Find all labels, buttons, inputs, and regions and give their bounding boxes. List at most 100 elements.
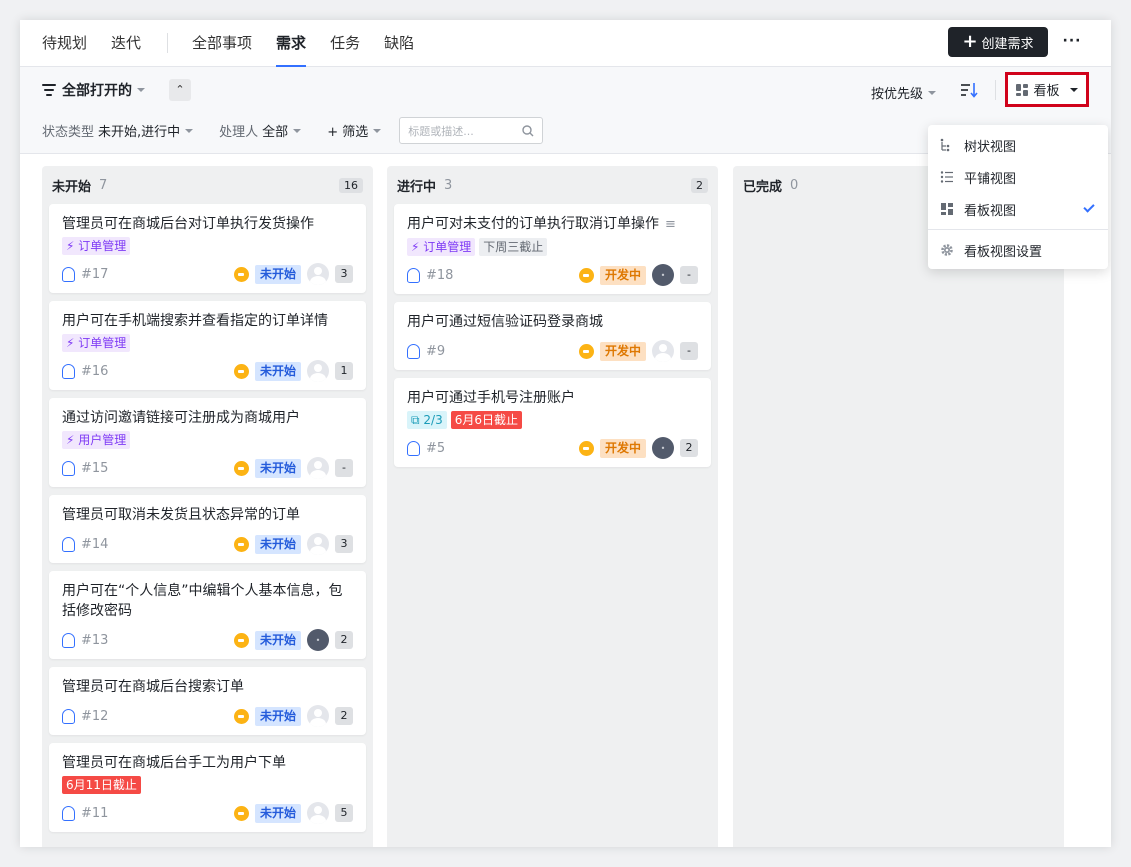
- priority-icon[interactable]: [233, 632, 249, 648]
- requirement-card[interactable]: 用户可通过短信验证码登录商城 #9 开发中 -: [394, 302, 711, 370]
- requirement-card[interactable]: 管理员可在商城后台搜索订单 #12 未开始 2: [49, 667, 366, 735]
- requirement-icon: [62, 708, 75, 724]
- priority-icon[interactable]: [233, 460, 249, 476]
- view-selector[interactable]: 全部打开的 ⌃: [42, 79, 191, 101]
- priority-icon[interactable]: [578, 267, 594, 283]
- card-number: #12: [81, 708, 109, 724]
- status-badge[interactable]: 未开始: [254, 630, 301, 650]
- card-title: 管理员可取消未发货且状态异常的订单: [62, 507, 300, 523]
- card-tag[interactable]: 6月11日截止: [62, 776, 141, 794]
- create-requirement-button[interactable]: + 创建需求: [948, 27, 1048, 57]
- status-badge[interactable]: 未开始: [254, 706, 301, 726]
- column-count: 0: [790, 177, 799, 193]
- requirement-card[interactable]: 管理员可取消未发货且状态异常的订单 #14 未开始 3: [49, 495, 366, 563]
- avatar[interactable]: [307, 263, 329, 285]
- list-icon: [940, 171, 953, 183]
- view-mode-button[interactable]: 看板: [1005, 72, 1089, 107]
- card-title: 管理员可在商城后台搜索订单: [62, 679, 244, 695]
- tab-bugs[interactable]: 缺陷: [384, 20, 414, 67]
- assignee-filter[interactable]: 处理人 全部: [219, 121, 302, 140]
- priority-icon[interactable]: [233, 363, 249, 379]
- avatar[interactable]: •: [652, 264, 674, 286]
- priority-icon[interactable]: [233, 266, 249, 282]
- card-tag[interactable]: 6月6日截止: [450, 411, 522, 429]
- avatar[interactable]: •: [307, 629, 329, 651]
- sort-selector[interactable]: 按优先级: [871, 83, 937, 102]
- menu-item-board-settings[interactable]: 看板视图设置: [928, 234, 1108, 266]
- subtask-count: 1: [335, 362, 353, 380]
- chevron-down-icon: [185, 128, 194, 133]
- priority-icon[interactable]: [233, 536, 249, 552]
- status-badge[interactable]: 未开始: [254, 264, 301, 284]
- card-number: #17: [81, 266, 109, 282]
- requirement-card[interactable]: 用户可对未支付的订单执行取消订单操作 ≡ ⚡︎ 订单管理 下周三截止 #18 开发中 • -: [394, 204, 711, 294]
- requirement-card[interactable]: 管理员可在商城后台对订单执行发货操作 ⚡︎ 订单管理 #17 未开始 3: [49, 204, 366, 293]
- sort-order-icon[interactable]: [960, 81, 978, 99]
- status-type-filter[interactable]: 状态类型 未开始,进行中: [42, 121, 194, 140]
- status-badge[interactable]: 开发中: [599, 438, 646, 458]
- avatar[interactable]: [307, 533, 329, 555]
- status-badge[interactable]: 未开始: [254, 534, 301, 554]
- filter-row: 状态类型 未开始,进行中 处理人 全部 + 筛选 标题或描述...: [42, 117, 544, 144]
- card-tag[interactable]: ⚡︎ 订单管理: [62, 334, 131, 352]
- requirement-card[interactable]: 用户可在手机端搜索并查看指定的订单详情 ⚡︎ 订单管理 #16 未开始 1: [49, 301, 366, 390]
- avatar[interactable]: [652, 340, 674, 362]
- priority-icon[interactable]: [578, 440, 594, 456]
- app-frame: 待规划 迭代 全部事项 需求 任务 缺陷 + 创建需求 ··· 全部打开的 ⌃ …: [20, 20, 1111, 847]
- menu-item-list-view[interactable]: 平铺视图: [928, 161, 1108, 193]
- priority-icon[interactable]: [233, 805, 249, 821]
- requirement-icon: [407, 343, 420, 359]
- tab-iteration[interactable]: 迭代: [111, 20, 141, 67]
- avatar[interactable]: [307, 802, 329, 824]
- card-tag[interactable]: 下周三截止: [479, 238, 548, 256]
- card-tag-label: 6月6日截止: [454, 413, 518, 427]
- card-number: #5: [426, 440, 446, 456]
- column-badge: 2: [691, 177, 708, 193]
- avatar[interactable]: [307, 457, 329, 479]
- status-type-label: 状态类型: [42, 125, 95, 140]
- requirement-card[interactable]: 用户可在“个人信息”中编辑个人基本信息，包括修改密码 #13 未开始 • 2: [49, 571, 366, 659]
- view-mode-menu: 树状视图 平铺视图 看板视图 看板视图设置: [928, 125, 1108, 269]
- column-badge: 16: [339, 177, 363, 193]
- card-title: 管理员可在商城后台对订单执行发货操作: [62, 216, 314, 232]
- collapse-filter-button[interactable]: ⌃: [169, 79, 191, 101]
- status-badge[interactable]: 开发中: [599, 265, 646, 285]
- tab-tasks[interactable]: 任务: [330, 20, 360, 67]
- card-title: 通过访问邀请链接可注册成为商城用户: [62, 410, 300, 426]
- tab-backlog[interactable]: 待规划: [42, 20, 87, 67]
- status-badge[interactable]: 未开始: [254, 361, 301, 381]
- menu-item-board-view[interactable]: 看板视图: [928, 193, 1108, 225]
- card-tag[interactable]: ⚡︎ 订单管理: [407, 238, 476, 256]
- status-badge[interactable]: 未开始: [254, 803, 301, 823]
- priority-icon[interactable]: [578, 343, 594, 359]
- card-right-meta: 未开始 5: [233, 802, 353, 824]
- card-tag[interactable]: ⚡︎ 用户管理: [62, 431, 131, 449]
- caret-down-icon: [1069, 87, 1078, 92]
- avatar[interactable]: [307, 360, 329, 382]
- more-options-button[interactable]: ···: [1060, 30, 1084, 54]
- checkmark-icon: [1083, 201, 1095, 213]
- requirement-card[interactable]: 通过访问邀请链接可注册成为商城用户 ⚡︎ 用户管理 #15 未开始 -: [49, 398, 366, 487]
- requirement-card[interactable]: 用户可通过手机号注册账户 ⧉ 2/3 6月6日截止 #5 开发中 • 2: [394, 378, 711, 467]
- requirement-card[interactable]: 管理员可在商城后台手工为用户下单 6月11日截止 #11 未开始 5: [49, 743, 366, 832]
- card-title: 用户可通过手机号注册账户: [407, 390, 575, 406]
- card-tag[interactable]: ⚡︎ 订单管理: [62, 237, 131, 255]
- nav-divider: [167, 33, 169, 53]
- priority-icon[interactable]: [233, 708, 249, 724]
- search-input[interactable]: 标题或描述...: [399, 117, 544, 144]
- add-filter-button[interactable]: + 筛选: [327, 121, 382, 140]
- menu-item-tree-view[interactable]: 树状视图: [928, 129, 1108, 161]
- requirement-icon: [62, 363, 75, 379]
- avatar[interactable]: [307, 705, 329, 727]
- avatar[interactable]: •: [652, 437, 674, 459]
- view-mode-label: 看板: [1033, 84, 1060, 99]
- tab-requirements[interactable]: 需求: [276, 20, 307, 67]
- requirement-icon: [62, 460, 75, 476]
- card-number: #15: [81, 460, 109, 476]
- status-badge[interactable]: 未开始: [254, 458, 301, 478]
- tab-all-items[interactable]: 全部事项: [192, 20, 252, 67]
- subtask-count: 3: [335, 535, 353, 553]
- status-badge[interactable]: 开发中: [599, 341, 646, 361]
- card-tag[interactable]: ⧉ 2/3: [407, 411, 447, 429]
- add-filter-label: + 筛选: [327, 125, 369, 140]
